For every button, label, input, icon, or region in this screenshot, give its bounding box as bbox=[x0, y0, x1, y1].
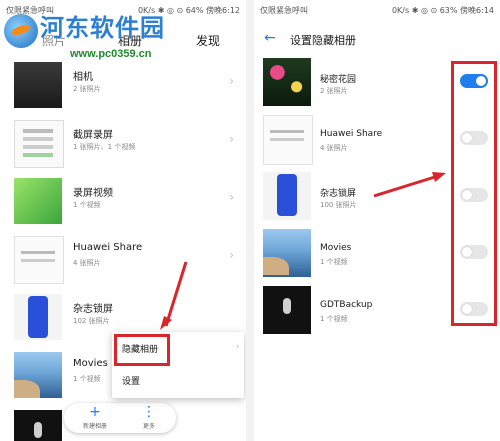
albums-screen: 仅限紧急呼叫 0K/s ✱ ◎ ⊙ 64% 傍晚6:12 照片 相册 发现 相机… bbox=[0, 0, 246, 441]
arrow-line bbox=[164, 261, 188, 327]
annotation-arrow bbox=[373, 172, 446, 198]
arrow-line bbox=[373, 174, 439, 198]
annotation-arrow bbox=[160, 261, 188, 330]
screen-divider bbox=[246, 0, 254, 441]
watermark-logo bbox=[4, 14, 38, 48]
watermark-title: 河东软件园 bbox=[40, 13, 165, 42]
arrow-head bbox=[432, 172, 446, 182]
hidden-albums-settings-screen: 仅限紧急呼叫 0K/s ✱ ◎ ⊙ 63% 傍晚6:14 ← 设置隐藏相册 秘密… bbox=[254, 0, 500, 441]
watermark-url: www.pc0359.cn bbox=[70, 48, 152, 60]
arrow-head bbox=[160, 316, 172, 330]
